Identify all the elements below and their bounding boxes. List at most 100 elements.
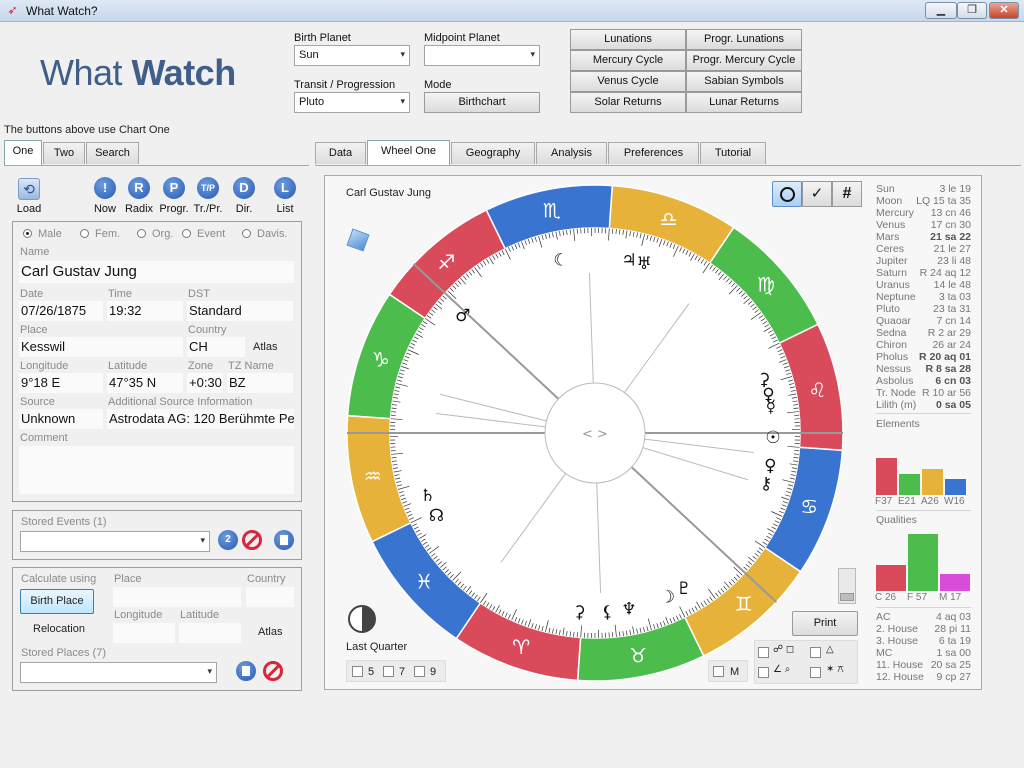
planet-neptune-glyph[interactable]: ♆ xyxy=(621,600,636,620)
planet-ceres-glyph[interactable]: ⚳ xyxy=(758,370,770,390)
grid-button-progr-mercury-cycle[interactable]: Progr. Mercury Cycle xyxy=(686,50,802,71)
calc-longitude-input[interactable] xyxy=(113,623,175,643)
harmonic-9-checkbox[interactable] xyxy=(414,666,425,677)
source-input[interactable]: Unknown xyxy=(19,409,103,429)
planet-jupiter-glyph[interactable]: ♃ xyxy=(621,250,636,270)
atlas-link[interactable]: Atlas xyxy=(253,341,277,353)
calc-country-input[interactable] xyxy=(246,587,294,607)
aspect-view-button[interactable]: ✓ xyxy=(802,181,832,207)
radio-org[interactable] xyxy=(137,229,146,238)
tab-data[interactable]: Data xyxy=(315,142,366,164)
planet-lilith-glyph[interactable]: ⚸ xyxy=(601,603,613,623)
progr-button[interactable]: P xyxy=(163,177,185,199)
aspect-cb-1[interactable] xyxy=(758,647,769,658)
tr-pr-button[interactable]: T/P xyxy=(197,177,219,199)
grid-button-mercury-cycle[interactable]: Mercury Cycle xyxy=(570,50,686,71)
longitude-input[interactable]: 9°18 E xyxy=(19,373,103,393)
calc-atlas-link[interactable]: Atlas xyxy=(258,626,282,638)
planet-moon-2-glyph[interactable]: ☽ xyxy=(660,588,675,608)
now-button[interactable]: ! xyxy=(94,177,116,199)
transit-select[interactable]: Pluto xyxy=(294,92,410,113)
latitude-input[interactable]: 47°35 N xyxy=(107,373,183,393)
tab-tutorial[interactable]: Tutorial xyxy=(700,142,766,164)
radio-event[interactable] xyxy=(182,229,191,238)
delete-place-icon[interactable] xyxy=(263,661,283,681)
grid-button-lunar-returns[interactable]: Lunar Returns xyxy=(686,92,802,113)
relocation-button[interactable]: Relocation xyxy=(33,623,85,635)
aspect-checkboxes xyxy=(754,640,858,684)
load-icon[interactable]: ⟲ xyxy=(18,178,40,200)
mode-button[interactable]: Birthchart xyxy=(424,92,540,113)
add-source-input[interactable]: Astrodata AG: 120 Berühmte Pe xyxy=(107,409,294,429)
aspect-cb-3[interactable] xyxy=(758,667,769,678)
stored-events-select[interactable] xyxy=(20,531,210,552)
print-button[interactable]: Print xyxy=(792,611,858,636)
stored-places-select[interactable] xyxy=(20,662,217,683)
place-input[interactable]: Kesswil xyxy=(19,337,183,357)
tab-analysis[interactable]: Analysis xyxy=(536,142,607,164)
minimize-button[interactable]: ▁ xyxy=(925,2,957,19)
radio-male[interactable] xyxy=(23,229,32,238)
planet-mars-glyph[interactable]: ♂ xyxy=(455,306,470,326)
m-checkbox[interactable] xyxy=(713,666,724,677)
planet-saturn-glyph[interactable]: ♄ xyxy=(420,486,435,506)
close-button[interactable]: ✕ xyxy=(989,2,1019,19)
chart-wheel[interactable]: ♈ ♉♊♋♌♍♎♏♐♑♒♓< >☾♂♃ ♅♀⚷☉♀☿☊♄⚸ ♆☽ ♇⚳⚳ xyxy=(340,178,850,688)
planet-chiron-glyph[interactable]: ⚷ xyxy=(760,474,772,494)
planet-mercury-glyph[interactable]: ☿ xyxy=(766,397,776,417)
planet-eris-glyph[interactable]: ⚳ xyxy=(573,602,585,622)
planet-node-glyph[interactable]: ☊ xyxy=(429,506,444,526)
midpoint-planet-select[interactable] xyxy=(424,45,540,66)
name-input[interactable]: Carl Gustav Jung xyxy=(19,261,294,283)
tab-wheel-one[interactable]: Wheel One xyxy=(367,140,450,165)
tab-one[interactable]: One xyxy=(4,140,42,165)
grid-button-lunations[interactable]: Lunations xyxy=(570,29,686,50)
calc-latitude-input[interactable] xyxy=(179,623,241,643)
harmonic-7-checkbox[interactable] xyxy=(383,666,394,677)
position-name: Mars xyxy=(876,231,900,243)
circle-view-button[interactable] xyxy=(772,181,802,207)
planet-sun-glyph[interactable]: ☉ xyxy=(765,428,780,448)
zone-input[interactable]: +0:30 xyxy=(187,373,223,393)
tab-search[interactable]: Search xyxy=(86,142,139,164)
grid-button-sabian-symbols[interactable]: Sabian Symbols xyxy=(686,71,802,92)
time-input[interactable]: 19:32 xyxy=(107,301,183,321)
grid-view-button[interactable]: # xyxy=(832,181,862,207)
add-event-icon[interactable]: 2 xyxy=(218,530,238,550)
aspect-cb-4[interactable] xyxy=(810,667,821,678)
tab-two[interactable]: Two xyxy=(43,142,85,164)
dir-button[interactable]: D xyxy=(233,177,255,199)
planet-pluto-glyph[interactable]: ♇ xyxy=(676,579,691,599)
radix-button[interactable]: R xyxy=(128,177,150,199)
country-input[interactable]: CH xyxy=(187,337,245,357)
qualities-bar-label: M 17 xyxy=(939,592,962,603)
place-label: Place xyxy=(20,324,48,336)
birth-place-button[interactable]: Birth Place xyxy=(20,589,94,614)
grid-button-progr-lunations[interactable]: Progr. Lunations xyxy=(686,29,802,50)
calc-place-input[interactable] xyxy=(113,587,241,607)
save-event-icon[interactable] xyxy=(274,530,294,550)
zoom-slider[interactable] xyxy=(838,568,856,604)
save-place-icon[interactable] xyxy=(236,661,256,681)
list-button[interactable]: L xyxy=(274,177,296,199)
position-name: Saturn xyxy=(876,267,907,279)
aspect-cb-2[interactable] xyxy=(810,647,821,658)
grid-button-solar-returns[interactable]: Solar Returns xyxy=(570,92,686,113)
radio-davis[interactable] xyxy=(242,229,251,238)
planet-venus-2-glyph[interactable]: ♀ xyxy=(764,456,776,476)
birth-planet-select[interactable]: Sun xyxy=(294,45,410,66)
date-input[interactable]: 07/26/1875 xyxy=(19,301,103,321)
comment-input[interactable] xyxy=(19,446,294,494)
trine-icon: △ xyxy=(826,644,834,655)
harmonic-5-checkbox[interactable] xyxy=(352,666,363,677)
dst-select[interactable]: Standard xyxy=(187,301,293,321)
tab-geography[interactable]: Geography xyxy=(451,142,535,164)
grid-button-venus-cycle[interactable]: Venus Cycle xyxy=(570,71,686,92)
planet-uranus-glyph[interactable]: ♅ xyxy=(636,254,651,274)
radio-fem[interactable] xyxy=(80,229,89,238)
tz-input[interactable]: BZ xyxy=(227,373,293,393)
delete-event-icon[interactable] xyxy=(242,530,262,550)
planet-moon-glyph[interactable]: ☾ xyxy=(553,250,568,270)
maximize-button[interactable]: ❐ xyxy=(957,2,987,19)
tab-preferences[interactable]: Preferences xyxy=(608,142,699,164)
